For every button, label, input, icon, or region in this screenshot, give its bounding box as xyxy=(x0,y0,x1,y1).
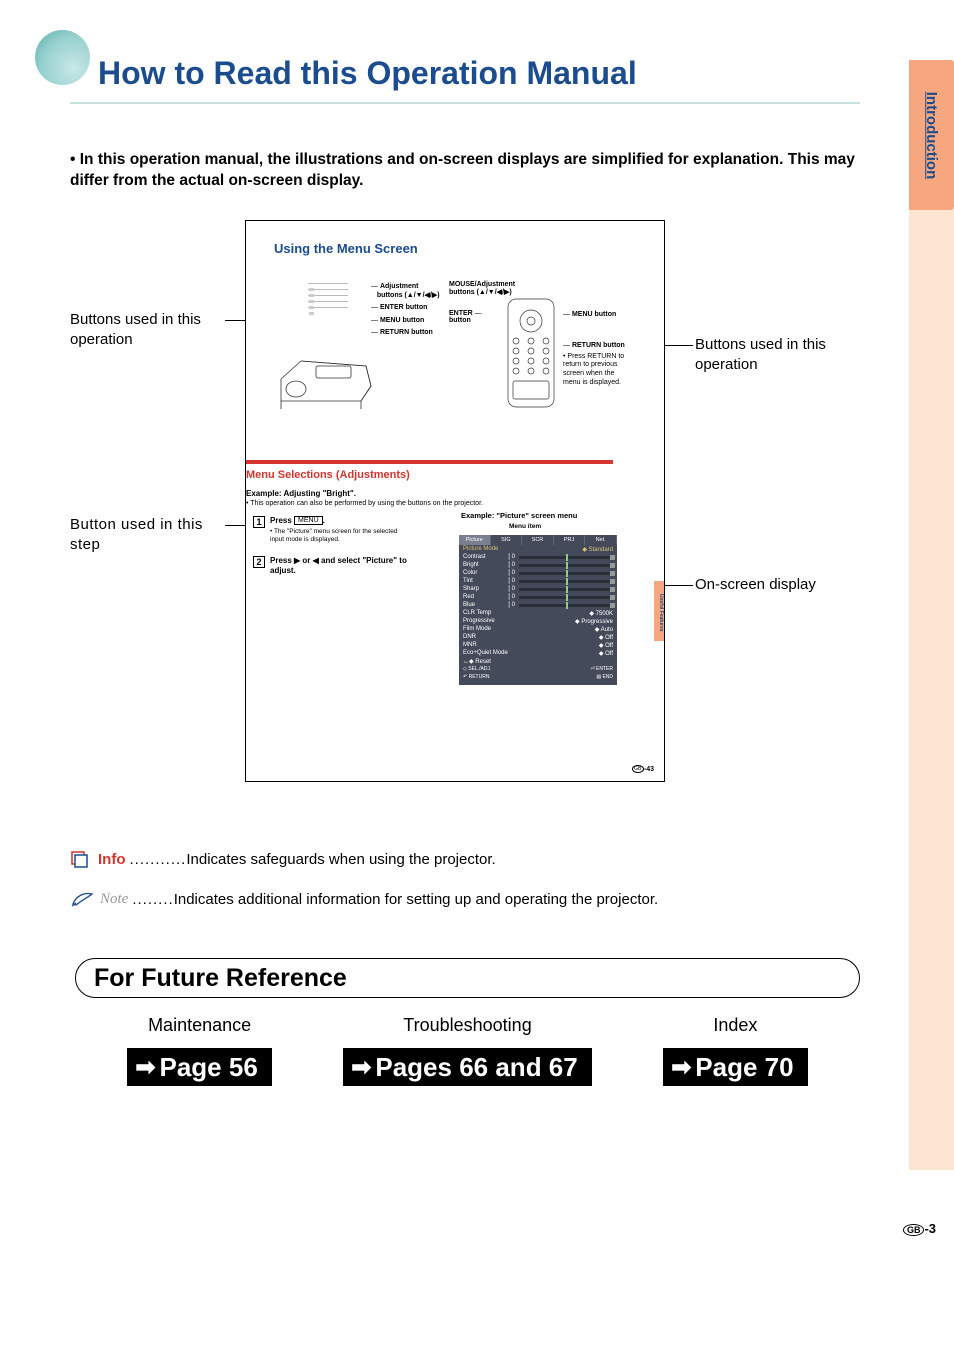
info-icon xyxy=(70,850,92,868)
ref-button-troubleshooting[interactable]: ➡ Pages 66 and 67 xyxy=(343,1048,591,1086)
osd-menu: Picture SIG SCR PRJ Net. Picture Mode ◆ … xyxy=(459,535,617,685)
osd-row: Red[ 0 xyxy=(459,593,617,601)
note-icon xyxy=(70,890,96,908)
osd-tab: PRJ xyxy=(554,535,586,545)
osd-row: Blue[ 0 xyxy=(459,601,617,609)
projector-button-labels: — Adjustment buttons (▲/▼/◀/▶) — ENTER b… xyxy=(371,281,440,339)
osd-row: Film Mode◆ Auto xyxy=(459,625,617,633)
bullet: • xyxy=(70,151,75,168)
leader-line xyxy=(665,345,693,346)
osd-tab: SIG xyxy=(491,535,523,545)
info-text: Indicates safeguards when using the proj… xyxy=(186,851,495,868)
diagram-area: Buttons used in this operation Button us… xyxy=(70,220,860,820)
osd-tab: SCR xyxy=(522,535,554,545)
osd-row: Tint[ 0 xyxy=(459,577,617,585)
arrow-right-icon: ➡ xyxy=(671,1053,691,1082)
osd-row: MNR◆ Off xyxy=(459,641,617,649)
menu-button-label: MENU xyxy=(294,516,323,525)
osd-tabs: Picture SIG SCR PRJ Net. xyxy=(459,535,617,545)
step-number-2: 2 xyxy=(253,556,265,568)
osd-footer: ↶ RETURN ▤ END xyxy=(459,673,617,681)
example-screen-title: Example: "Picture" screen menu xyxy=(461,511,577,520)
ref-button-label: Page 56 xyxy=(160,1052,258,1083)
step-number-1: 1 xyxy=(253,516,265,528)
sample-page-title: Using the Menu Screen xyxy=(274,241,418,256)
osd-row: Sharp[ 0 xyxy=(459,585,617,593)
future-reference-box: For Future Reference xyxy=(75,958,860,998)
ref-button-label: Page 70 xyxy=(695,1052,793,1083)
osd-row: DNR◆ Off xyxy=(459,633,617,641)
step-1-text: Press MENU. xyxy=(270,516,325,525)
section-tab-label: Introduction xyxy=(923,91,940,178)
arrow-right-icon: ➡ xyxy=(351,1053,371,1082)
menu-item-label: Menu item xyxy=(509,523,541,530)
callout-buttons-operation-left: Buttons used in this operation xyxy=(70,310,230,349)
note-label: Note xyxy=(100,891,128,908)
intro-paragraph: • In this operation manual, the illustra… xyxy=(70,150,860,192)
step-1-note: • The "Picture" menu screen for the sele… xyxy=(270,528,410,544)
note-legend-row: Note ........ Indicates additional infor… xyxy=(70,890,860,908)
info-legend-row: Info ........... Indicates safeguards wh… xyxy=(70,850,860,868)
ref-heading: Index xyxy=(611,1015,860,1036)
page-title: How to Read this Operation Manual xyxy=(98,55,637,92)
future-reference-title: For Future Reference xyxy=(94,964,347,993)
arrow-right-icon: ➡ xyxy=(135,1053,155,1082)
ref-col-maintenance: Maintenance ➡ Page 56 xyxy=(75,1015,324,1086)
example-subtext: • This operation can also be performed b… xyxy=(246,500,483,507)
callout-buttons-operation-right: Buttons used in this operation xyxy=(695,335,865,374)
projector-icon xyxy=(271,351,391,426)
accent-bar xyxy=(246,460,613,464)
ref-heading: Maintenance xyxy=(75,1015,324,1036)
gb-badge: GB xyxy=(903,1224,925,1236)
info-label: Info xyxy=(98,851,126,868)
remote-icon xyxy=(501,296,561,411)
side-strip xyxy=(909,210,954,1170)
projector-panel-icon xyxy=(308,278,348,308)
osd-row: Progressive◆ Progressive xyxy=(459,617,617,625)
page-number: GB-3 xyxy=(903,1221,936,1236)
osd-tab: Picture xyxy=(459,535,491,545)
remote-labels-right: — MENU button — RETURN button • Press RE… xyxy=(563,311,629,390)
osd-tab: Net. xyxy=(585,535,617,545)
dots: ........ xyxy=(132,891,173,908)
leader-line xyxy=(225,320,247,321)
callout-onscreen-display: On-screen display xyxy=(695,575,865,595)
intro-text: In this operation manual, the illustrati… xyxy=(70,151,855,189)
ref-col-index: Index ➡ Page 70 xyxy=(611,1015,860,1086)
note-text: Indicates additional information for set… xyxy=(174,891,658,908)
ref-button-label: Pages 66 and 67 xyxy=(375,1052,577,1083)
ref-col-troubleshooting: Troubleshooting ➡ Pages 66 and 67 xyxy=(324,1015,611,1086)
title-bullet-icon xyxy=(35,30,90,85)
osd-row: Contrast[ 0 xyxy=(459,553,617,561)
title-rule xyxy=(70,102,860,104)
ref-heading: Troubleshooting xyxy=(324,1015,611,1036)
reference-links-area: Maintenance ➡ Page 56 Troubleshooting ➡ … xyxy=(75,1015,860,1086)
sample-page-number: GB-43 xyxy=(632,765,654,773)
ref-button-index[interactable]: ➡ Page 70 xyxy=(663,1048,807,1086)
sample-side-tab: Useful Features xyxy=(654,581,664,641)
osd-row: Picture Mode ◆ Standard xyxy=(459,545,617,553)
osd-row: Eco+Quiet Mode◆ Off xyxy=(459,649,617,657)
dots: ........... xyxy=(130,851,187,868)
ref-button-maintenance[interactable]: ➡ Page 56 xyxy=(127,1048,271,1086)
callout-button-step: Button used in this step xyxy=(70,515,230,554)
section-tab-introduction[interactable]: Introduction xyxy=(909,60,954,210)
osd-row: Bright[ 0 xyxy=(459,561,617,569)
example-heading: Example: Adjusting "Bright". xyxy=(246,489,356,498)
osd-reset: ↔◆ Reset xyxy=(459,657,617,665)
sample-page-frame: Using the Menu Screen — Adjustment butto… xyxy=(245,220,665,782)
section-title-menu-selections: Menu Selections (Adjustments) xyxy=(246,469,410,481)
osd-row: CLR Temp◆ 7500K xyxy=(459,609,617,617)
osd-footer: ◇ SEL./ADJ. ⏎ ENTER xyxy=(459,665,617,673)
osd-row: Color[ 0 xyxy=(459,569,617,577)
step-2-text: Press ▶ or ◀ and select "Picture" to adj… xyxy=(270,556,415,576)
